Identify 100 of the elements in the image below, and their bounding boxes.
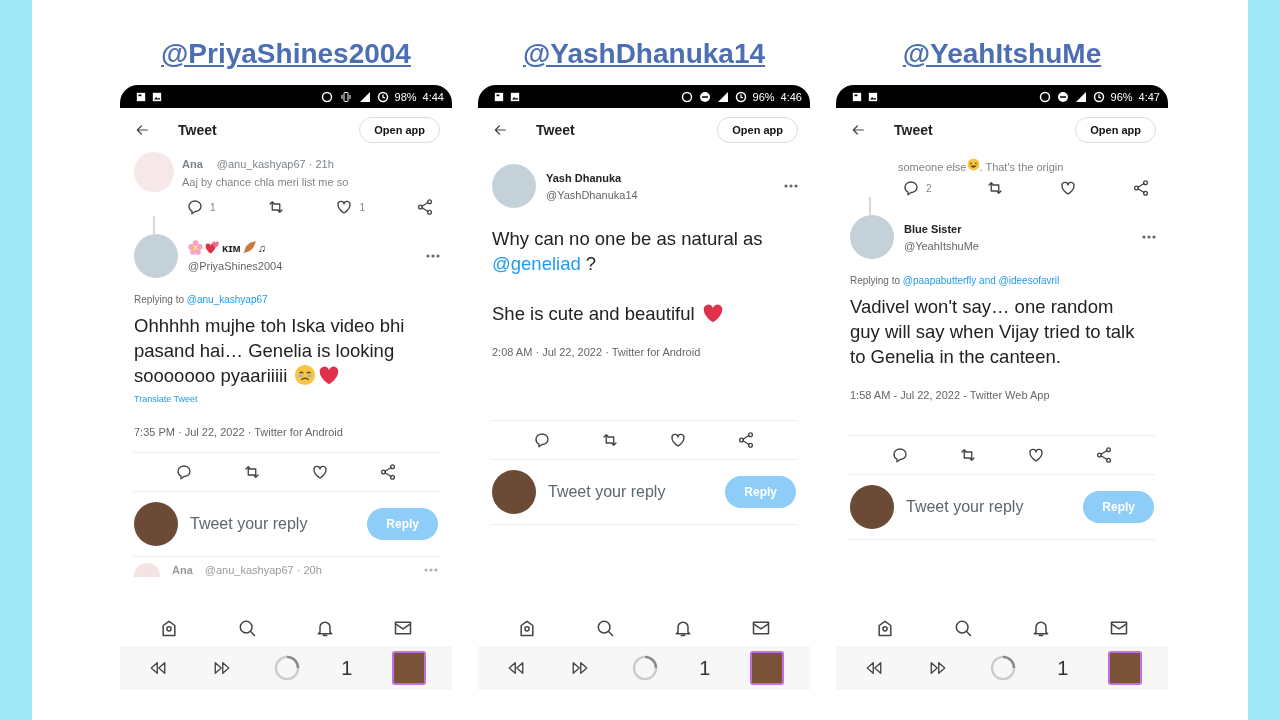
thread-line [153,216,155,234]
home-icon[interactable] [875,618,895,638]
open-app-button[interactable]: Open app [1075,117,1156,143]
notification-icon [494,91,504,102]
retweet-icon[interactable] [601,431,619,449]
author-name: Ana [182,158,203,170]
tweet-text: someone else . That's the origin [898,158,1064,173]
open-app-button[interactable]: Open app [359,117,440,143]
picture-icon [152,91,162,102]
signal-icon [358,90,371,103]
avatar-photo-placeholder [850,485,894,529]
home-icon[interactable] [159,618,179,638]
profile-handle-link[interactable]: @PriyaShines2004 [161,36,411,72]
share-icon[interactable] [416,198,434,216]
count-label: 1 [359,201,366,213]
mail-icon[interactable] [393,618,413,638]
tweet-text: Why can no one be as natural as @geneliad ? [492,227,764,276]
author-name: ᴋɪᴍ ♫ [188,240,416,255]
picture-icon [510,91,520,102]
loading-spinner-icon [273,654,302,682]
search-icon[interactable] [595,618,615,638]
home-icon[interactable] [517,618,537,638]
tweet-text: Vadivel won't say… one random guy will say when Vijay tried to talk to Genelia in the canteen. [850,295,1136,369]
search-icon[interactable] [953,618,973,638]
tab-count[interactable]: 1 [341,656,353,680]
thread-line [869,197,871,215]
signal-icon [716,90,729,103]
share-icon[interactable] [1095,446,1113,464]
retweet-icon[interactable] [959,446,977,464]
mention-link[interactable]: @paapabutterfly and @ideesofavril [902,275,1060,286]
tab-thumbnail-placeholder[interactable] [1108,651,1143,685]
loading-spinner-icon [631,654,660,682]
share-icon[interactable] [379,463,397,481]
notification-icon [136,91,146,102]
tweet-text: She is cute and beautiful [492,301,798,326]
clock-time: 4:47 [1138,90,1160,103]
heart-emoji-icon [701,304,724,324]
tweet-timestamp: 2:08 AM · Jul 22, 2022 · Twitter for Android [492,346,702,358]
author-handle: @YashDhanuka14 [546,188,639,201]
heart-icon[interactable] [335,198,354,216]
back-arrow-icon[interactable] [850,122,866,138]
reply-icon[interactable] [186,198,204,216]
tweet-text: Aaj by chance chla meri list me so [182,176,349,188]
avatar-placeholder [492,164,536,208]
search-icon[interactable] [237,618,257,638]
heart-icon[interactable] [1027,446,1045,464]
avatar-photo-placeholder [134,502,178,546]
open-app-button[interactable]: Open app [717,117,798,143]
profile-handle-link[interactable]: @YeahItshuMe [902,36,1102,72]
page-title: Tweet [178,122,217,138]
teary-face-emoji-icon [294,364,317,386]
more-icon[interactable] [784,184,798,188]
avatar-placeholder [134,234,178,278]
heart-icon[interactable] [669,431,687,449]
data-saver-icon [680,90,693,103]
mention-link[interactable]: @anu_kashyap67 [186,294,268,305]
more-icon[interactable] [1142,235,1156,239]
avatar-placeholder [850,215,894,259]
mail-icon[interactable] [751,618,771,638]
reply-icon[interactable] [891,446,909,464]
alarm-icon [1092,90,1105,103]
reply-icon[interactable] [175,463,193,481]
count-label: 2 [926,182,932,194]
translate-link[interactable]: Translate Tweet [134,394,198,404]
alarm-icon [734,90,747,103]
profile-handle-link[interactable]: @YashDhanuka14 [522,36,766,72]
retweet-icon[interactable] [243,463,261,481]
heart-icon[interactable] [1059,179,1078,197]
reply-icon[interactable] [902,179,920,197]
heart-icon[interactable] [311,463,329,481]
data-saver-icon [1038,90,1051,103]
picture-icon [868,91,878,102]
alarm-icon [376,90,389,103]
mail-icon[interactable] [1109,618,1129,638]
share-icon[interactable] [1132,179,1150,197]
do-not-disturb-icon [698,90,711,103]
battery-level: 96% [1110,90,1133,103]
author-handle: @YeahItshuMe [904,239,980,252]
replying-to-text: Replying to @anu_kashyap67 [134,294,269,305]
tab-thumbnail-placeholder[interactable] [750,651,785,685]
author-handle: @anu_kashyap67 · 21h [216,158,334,170]
reply-icon[interactable] [533,431,551,449]
avatar-photo-placeholder [492,470,536,514]
count-label: 1 [210,201,216,213]
tab-count[interactable]: 1 [699,656,711,680]
page-title: Tweet [536,122,575,138]
flower-emoji-icon [188,240,203,255]
do-not-disturb-icon [1056,90,1069,103]
share-icon[interactable] [737,431,755,449]
mention-link[interactable]: @geneliad [492,253,581,274]
clock-time: 4:46 [780,90,802,103]
author-name: Ana [172,564,193,576]
battery-level: 96% [752,90,775,103]
author-handle: @PriyaShines2004 [188,260,284,272]
back-arrow-icon[interactable] [134,122,150,138]
back-arrow-icon[interactable] [492,122,508,138]
tab-count[interactable]: 1 [1057,656,1069,680]
author-name: Blue Sister [904,222,963,235]
tab-thumbnail-placeholder[interactable] [392,651,427,685]
more-icon[interactable] [426,254,440,258]
